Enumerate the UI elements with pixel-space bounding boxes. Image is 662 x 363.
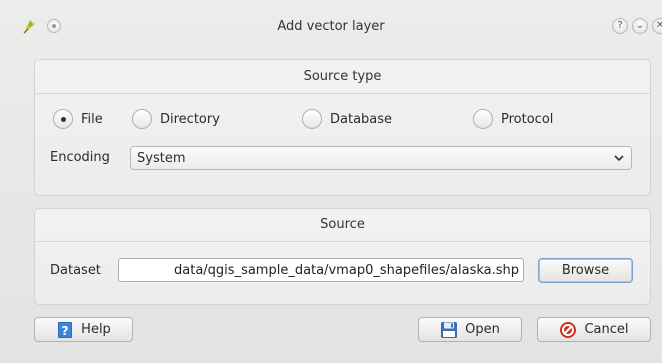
dataset-label: Dataset [50, 263, 101, 278]
encoding-select[interactable]: System [130, 146, 632, 170]
no-entry-icon [560, 321, 577, 338]
help-button[interactable]: ? Help [34, 317, 133, 342]
add-vector-layer-dialog: Add vector layer ? ⌄ ✕ Source type File … [0, 0, 662, 363]
radio-label: File [81, 111, 103, 127]
titlebar-close-button[interactable]: ✕ [652, 18, 662, 34]
cancel-label: Cancel [584, 322, 629, 337]
radio-button[interactable] [132, 109, 152, 129]
radio-button[interactable] [302, 109, 322, 129]
radio-label: Directory [160, 111, 220, 127]
floppy-disk-icon [441, 321, 458, 338]
radio-label: Database [330, 111, 393, 127]
radio-directory[interactable]: Directory [132, 108, 220, 130]
radio-database[interactable]: Database [302, 108, 392, 130]
titlebar: Add vector layer ? ⌄ ✕ [0, 0, 662, 48]
encoding-value: System [137, 151, 186, 166]
radio-protocol[interactable]: Protocol [473, 108, 553, 130]
browse-button[interactable]: Browse [538, 258, 633, 283]
help-label: Help [81, 322, 111, 337]
help-book-icon: ? [58, 321, 73, 338]
open-button[interactable]: Open [418, 317, 522, 342]
divider [35, 93, 650, 94]
radio-file[interactable]: File [53, 108, 103, 130]
source-title: Source [320, 217, 365, 232]
source-group: Source [34, 208, 651, 305]
window-title: Add vector layer [277, 19, 385, 34]
radio-button[interactable] [473, 109, 493, 129]
radio-button[interactable] [53, 109, 73, 129]
encoding-label: Encoding [50, 150, 110, 165]
divider [35, 241, 650, 242]
chevron-down-icon [614, 155, 624, 162]
titlebar-help-button[interactable]: ? [612, 18, 628, 34]
cancel-button[interactable]: Cancel [537, 317, 651, 342]
titlebar-shade-button[interactable]: ⌄ [632, 18, 648, 34]
radio-label: Protocol [501, 111, 554, 127]
svg-text:?: ? [62, 324, 69, 338]
dataset-path-input[interactable] [118, 258, 524, 282]
open-label: Open [465, 322, 500, 337]
source-type-title: Source type [303, 69, 382, 84]
